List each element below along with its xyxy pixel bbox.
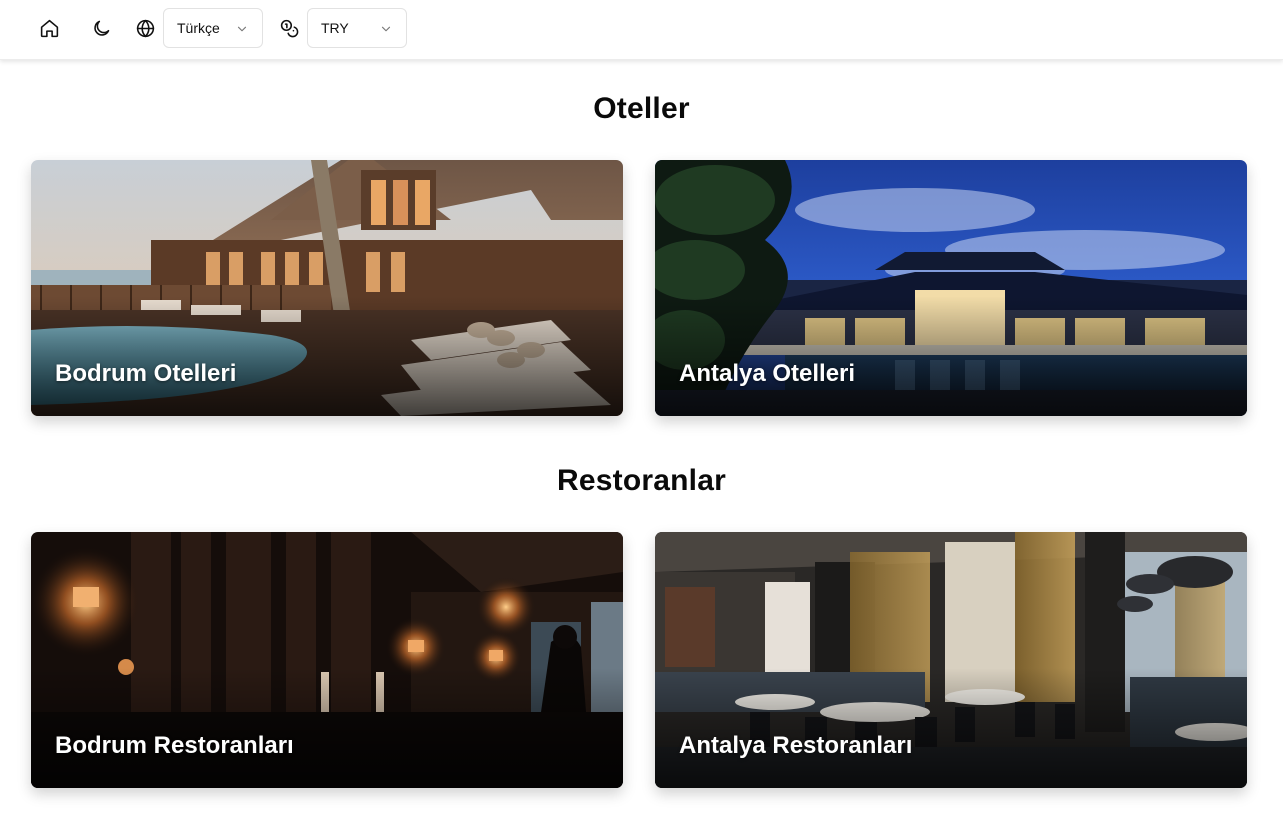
chevron-down-icon: [237, 26, 247, 32]
top-navigation-bar: Türkçe TRY: [0, 0, 1283, 60]
home-icon: [40, 19, 58, 37]
card-gradient-overlay: [31, 668, 623, 788]
card-label: Antalya Otelleri: [679, 360, 856, 387]
section-title-restaurants: Restoranlar: [557, 464, 726, 497]
language-globe-button[interactable]: [129, 12, 161, 44]
card-gradient-overlay: [31, 296, 623, 416]
coins-icon: [280, 19, 298, 37]
currency-select[interactable]: TRY: [307, 8, 407, 48]
language-select[interactable]: Türkçe: [163, 8, 263, 48]
card-antalya-restaurants[interactable]: Antalya Restoranları: [655, 532, 1247, 788]
theme-toggle-button[interactable]: [85, 12, 117, 44]
card-label: Bodrum Otelleri: [55, 360, 237, 387]
section-title-hotels: Oteller: [593, 92, 690, 125]
card-label: Antalya Restoranları: [679, 732, 913, 759]
moon-icon: [93, 20, 109, 36]
card-gradient-overlay: [655, 296, 1247, 416]
chevron-down-icon: [381, 26, 391, 32]
card-bodrum-restaurants[interactable]: Bodrum Restoranları: [31, 532, 623, 788]
card-gradient-overlay: [655, 668, 1247, 788]
card-bodrum-hotels[interactable]: Bodrum Otelleri: [31, 160, 623, 416]
language-select-value: Türkçe: [177, 20, 220, 36]
currency-coins-button[interactable]: [273, 12, 305, 44]
card-antalya-hotels[interactable]: Antalya Otelleri: [655, 160, 1247, 416]
home-button[interactable]: [33, 12, 65, 44]
globe-icon: [136, 19, 154, 37]
currency-select-value: TRY: [321, 20, 349, 36]
card-label: Bodrum Restoranları: [55, 732, 294, 759]
